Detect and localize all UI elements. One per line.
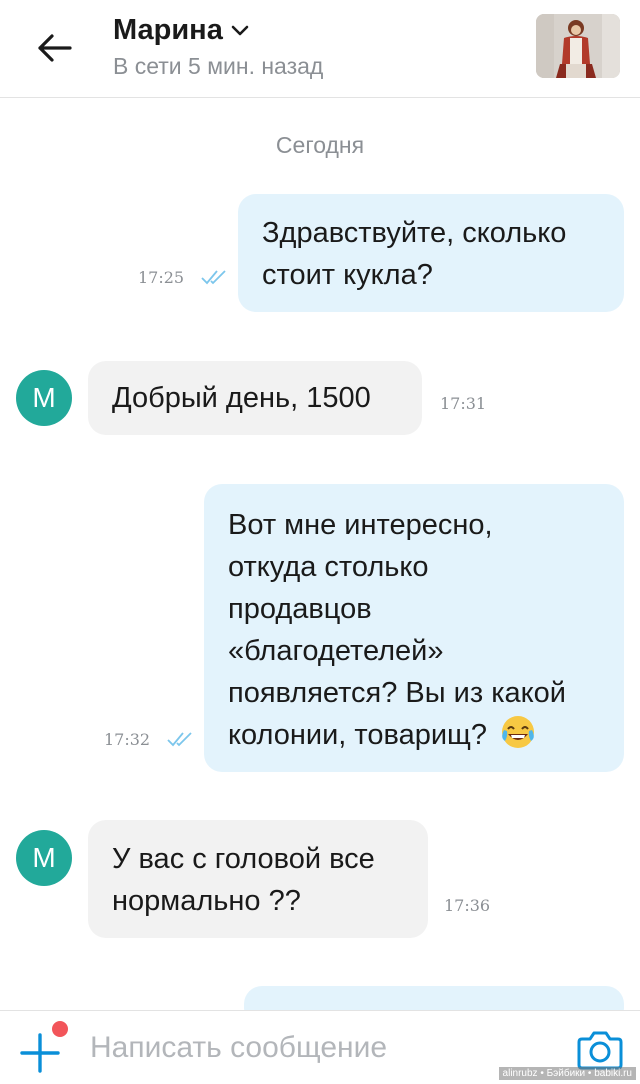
message-text-line: стоит кукла?	[262, 259, 433, 291]
message-bubble-outgoing[interactable]: Вот мне интересно, откуда столько продав…	[204, 484, 624, 772]
message-text-line: откуда столько	[228, 551, 429, 583]
notification-dot	[52, 1021, 68, 1037]
message-input[interactable]	[90, 1025, 550, 1071]
chevron-down-icon	[231, 25, 249, 35]
date-separator: Сегодня	[275, 132, 365, 158]
doll-image-icon	[536, 14, 620, 78]
avatar[interactable]: М	[16, 830, 72, 886]
message-text-line: У вас с головой все	[112, 843, 375, 875]
message-text-line: появляется? Вы из какой	[228, 677, 567, 709]
message-bubble-outgoing[interactable]: Здравствуйте, сколько стоит кукла?	[238, 194, 624, 312]
message-text-line: колонии, товарищ?	[228, 714, 600, 756]
message-text-line: Здравствуйте, сколько	[262, 217, 567, 249]
message-text-line: продавцов	[228, 593, 372, 625]
message-text-segment: колонии, товарищ?	[228, 719, 488, 751]
avatar[interactable]: М	[16, 370, 72, 426]
contact-name-button[interactable]: Марина	[113, 14, 323, 47]
watermark: alinrubz • Бэйбики • babiki.ru	[498, 1067, 636, 1080]
avatar-letter: М	[32, 382, 56, 413]
laughing-emoji-icon	[502, 716, 535, 748]
arrow-left-icon	[38, 34, 72, 62]
message-time: 17:32	[104, 730, 151, 749]
double-check-icon	[201, 270, 226, 285]
message-bubble-incoming[interactable]: Добрый день, 1500	[88, 361, 422, 435]
back-button[interactable]	[30, 26, 78, 70]
contact-name: Марина	[113, 14, 223, 46]
message-text-line: Добрый день, 1500	[112, 382, 371, 414]
message-text-line: «благодетелей»	[228, 635, 444, 667]
double-check-icon	[167, 732, 192, 747]
avatar-letter: М	[32, 842, 56, 873]
contact-info: Марина В сети 5 мин. назад	[113, 14, 323, 80]
message-text-line: Вот мне интересно,	[228, 509, 493, 541]
message-time: 17:25	[138, 268, 185, 287]
message-text-line: нормально ??	[112, 885, 301, 917]
message-compose-bar: alinrubz • Бэйбики • babiki.ru	[0, 1010, 640, 1084]
camera-button[interactable]	[576, 1029, 624, 1071]
chat-header: Марина В сети 5 мин. назад	[0, 0, 640, 98]
message-bubble-incoming[interactable]: У вас с головой все нормально ??	[88, 820, 428, 938]
message-time: 17:36	[444, 896, 491, 915]
listing-thumbnail[interactable]	[536, 14, 620, 78]
camera-icon	[577, 1031, 623, 1070]
online-status: В сети 5 мин. назад	[113, 53, 324, 79]
message-time: 17:31	[440, 394, 487, 413]
